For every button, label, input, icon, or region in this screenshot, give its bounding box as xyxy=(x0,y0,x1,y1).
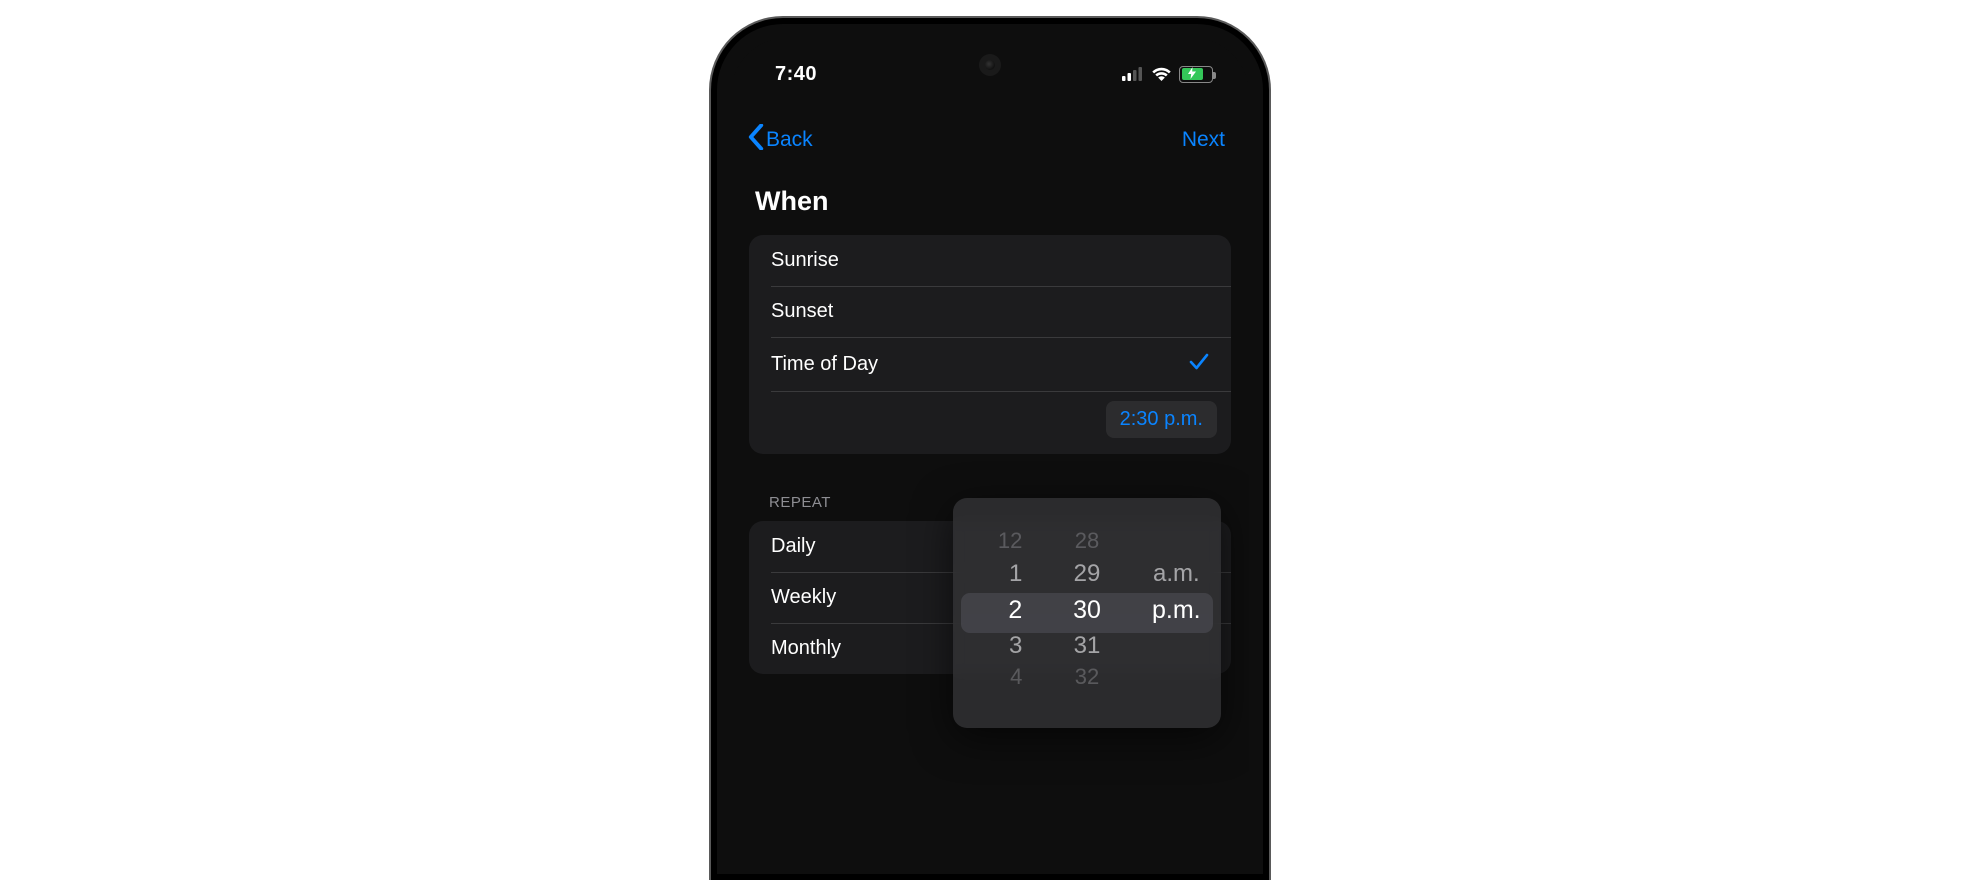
time-chip[interactable]: 2:30 p.m. xyxy=(1106,401,1217,438)
picker-minute-column[interactable]: 28 29 30 31 32 xyxy=(1042,498,1131,728)
back-label: Back xyxy=(766,128,813,152)
battery-fill xyxy=(1182,68,1204,80)
cellular-signal-icon xyxy=(1122,67,1144,81)
page-title: When xyxy=(731,156,1249,235)
picker-minute-item: 32 xyxy=(1042,664,1131,690)
screen: 7:40 xyxy=(731,38,1249,860)
picker-minute-item: 31 xyxy=(1042,632,1131,660)
back-button[interactable]: Back xyxy=(747,124,813,156)
when-option-label: Time of Day xyxy=(771,353,878,376)
when-option-sunset[interactable]: Sunset xyxy=(749,286,1231,337)
phone-frame: 7:40 xyxy=(711,18,1269,880)
nav-bar: Back Next xyxy=(731,90,1249,156)
when-option-label: Sunrise xyxy=(771,249,839,272)
when-option-time-of-day[interactable]: Time of Day xyxy=(749,337,1231,391)
status-time: 7:40 xyxy=(775,63,817,86)
repeat-option-label: Daily xyxy=(771,535,815,558)
picker-hour-item: 1 xyxy=(953,560,1042,588)
status-indicators xyxy=(1122,66,1213,83)
picker-period-column[interactable]: a.m. p.m. xyxy=(1132,498,1221,728)
picker-minute-item: 29 xyxy=(1042,560,1131,588)
picker-columns: 12 1 2 3 4 28 29 30 31 32 a.m. xyxy=(953,498,1221,728)
time-row: 2:30 p.m. xyxy=(749,391,1231,454)
checkmark-icon xyxy=(1189,351,1209,377)
when-option-sunrise[interactable]: Sunrise xyxy=(749,235,1231,286)
picker-minute-item: 28 xyxy=(1042,528,1131,554)
repeat-option-label: Monthly xyxy=(771,637,841,660)
when-option-label: Sunset xyxy=(771,300,833,323)
picker-hour-column[interactable]: 12 1 2 3 4 xyxy=(953,498,1042,728)
picker-hour-item: 3 xyxy=(953,632,1042,660)
repeat-option-label: Weekly xyxy=(771,586,836,609)
picker-hour-item: 2 xyxy=(953,596,1042,625)
phone-bezel: 7:40 xyxy=(717,24,1263,874)
picker-hour-item: 12 xyxy=(953,528,1042,554)
wifi-icon xyxy=(1151,67,1172,82)
picker-period-item: a.m. xyxy=(1132,560,1221,588)
when-group: Sunrise Sunset Time of Day 2:30 p.m. xyxy=(749,235,1231,454)
next-button[interactable]: Next xyxy=(1182,128,1225,152)
front-camera-icon xyxy=(979,54,1001,76)
bolt-icon xyxy=(1188,67,1196,82)
picker-hour-item: 4 xyxy=(953,664,1042,690)
picker-period-item: p.m. xyxy=(1132,596,1221,625)
chevron-left-icon xyxy=(747,124,765,156)
battery-charging-icon xyxy=(1179,66,1213,83)
time-picker[interactable]: 12 1 2 3 4 28 29 30 31 32 a.m. xyxy=(953,498,1221,728)
picker-minute-item: 30 xyxy=(1042,596,1131,625)
